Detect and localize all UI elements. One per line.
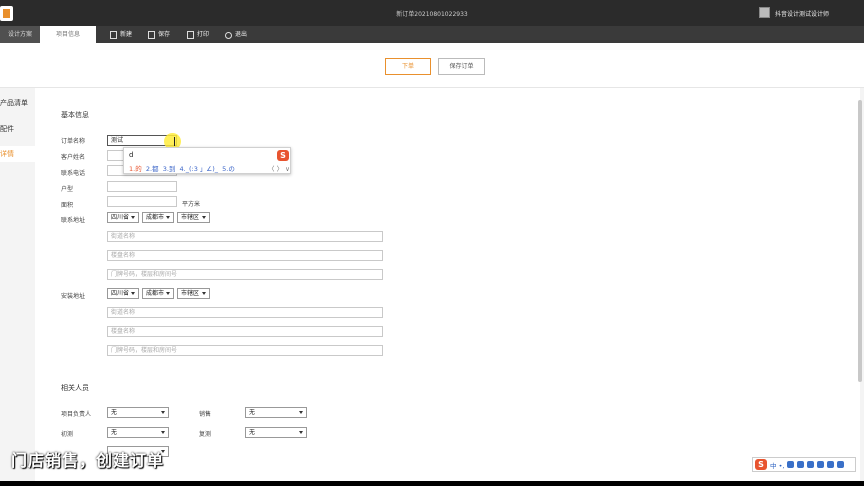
contact-district-select[interactable]: 市辖区 xyxy=(177,212,210,223)
ime-mode[interactable]: 中 •, xyxy=(770,460,784,470)
contact-street-input[interactable]: 街道名称 xyxy=(107,231,383,242)
new-file-icon xyxy=(110,31,117,39)
save-button[interactable]: 保存 xyxy=(148,29,170,41)
place-order-button[interactable]: 下单 xyxy=(385,58,431,75)
install-community-input[interactable]: 楼盘名称 xyxy=(107,326,383,337)
contact-address-label: 联系地址 xyxy=(61,217,86,224)
project-manager-label: 项目负责人 xyxy=(61,411,92,418)
ime-candidate[interactable]: 5.の xyxy=(222,165,235,173)
project-manager-select[interactable]: 无 xyxy=(107,407,169,418)
tab-project-info[interactable]: 项目信息 xyxy=(40,26,96,43)
keyboard-icon[interactable] xyxy=(807,461,815,468)
re-measure-select[interactable]: 无 xyxy=(245,427,307,438)
sogou-logo-icon: S xyxy=(755,459,767,470)
ime-candidate-list: 1.的 2.都 3.到 4._(:3 」∠)_ 5.の xyxy=(129,163,235,173)
first-measure-label: 初测 xyxy=(61,431,74,438)
print-icon xyxy=(187,31,194,39)
tab-design-plan[interactable]: 设计方案 xyxy=(0,26,40,43)
basic-info-title: 基本信息 xyxy=(61,111,89,119)
sidebar: 产品清单 配件 详情 xyxy=(0,88,35,481)
sidebar-item-accessories[interactable]: 配件 xyxy=(0,124,35,134)
emoji-icon[interactable] xyxy=(797,461,805,468)
save-label: 保存 xyxy=(158,31,171,38)
sidebar-item-details[interactable]: 详情 xyxy=(0,146,35,162)
install-street-input[interactable]: 街道名称 xyxy=(107,307,383,318)
user-avatar[interactable] xyxy=(759,7,770,18)
ime-candidate[interactable]: 4._(:3 」∠)_ xyxy=(180,165,219,173)
area-label: 面积 xyxy=(61,202,74,209)
exit-label: 退出 xyxy=(235,31,248,38)
vertical-scrollbar[interactable] xyxy=(858,100,862,382)
exit-icon xyxy=(225,31,232,39)
install-door-input[interactable]: 门牌号码，楼层和房间号 xyxy=(107,345,383,356)
area-unit: 平方米 xyxy=(182,201,201,208)
ime-candidate[interactable]: 2.都 xyxy=(146,165,159,173)
area-input[interactable] xyxy=(107,196,177,207)
sales-select[interactable]: 无 xyxy=(245,407,307,418)
window-title: 新订单20210801022933 xyxy=(396,11,468,18)
menu-bar: 设计方案 项目信息 新建 保存 打印 退出 xyxy=(0,26,864,43)
toolbox-icon[interactable] xyxy=(817,461,825,468)
house-type-label: 户型 xyxy=(61,186,74,193)
install-address-label: 安装地址 xyxy=(61,293,86,300)
video-subtitle: 门店销售，创建订单 xyxy=(11,451,165,470)
print-button[interactable]: 打印 xyxy=(187,29,209,41)
install-city-select[interactable]: 成都市 xyxy=(142,288,174,299)
contact-community-input[interactable]: 楼盘名称 xyxy=(107,250,383,261)
order-name-label: 订单名称 xyxy=(61,138,86,145)
user-name[interactable]: 抖音设计测试设计师 xyxy=(775,9,829,18)
ime-candidate[interactable]: 1.的 xyxy=(129,165,142,173)
ime-status-bar[interactable]: S 中 •, xyxy=(752,457,856,472)
install-district-select[interactable]: 市辖区 xyxy=(177,288,210,299)
ime-candidate[interactable]: 3.到 xyxy=(163,165,176,173)
related-people-title: 相关人员 xyxy=(61,384,89,392)
exit-button[interactable]: 退出 xyxy=(225,29,247,41)
ime-composition: d xyxy=(129,151,134,159)
sidebar-item-product-list[interactable]: 产品清单 xyxy=(0,98,35,108)
first-measure-select[interactable]: 无 xyxy=(107,427,169,438)
title-bar: 新订单20210801022933 抖音设计测试设计师 xyxy=(0,0,864,26)
phone-label: 联系电话 xyxy=(61,170,86,177)
sogou-logo-icon: S xyxy=(277,150,289,161)
text-cursor-icon xyxy=(174,137,176,146)
settings-icon[interactable] xyxy=(837,461,845,468)
house-type-input[interactable] xyxy=(107,181,177,192)
ime-page-nav[interactable]: 〈 〉 ∨ xyxy=(268,163,290,173)
new-label: 新建 xyxy=(120,31,133,38)
contact-door-input[interactable]: 门牌号码，楼层和房间号 xyxy=(107,269,383,280)
install-province-select[interactable]: 四川省 xyxy=(107,288,139,299)
save-order-button[interactable]: 保存订单 xyxy=(438,58,485,75)
print-label: 打印 xyxy=(197,31,210,38)
contact-city-select[interactable]: 成都市 xyxy=(142,212,174,223)
skin-icon[interactable] xyxy=(827,461,835,468)
re-measure-label: 复测 xyxy=(199,431,212,438)
new-button[interactable]: 新建 xyxy=(110,29,132,41)
contact-province-select[interactable]: 四川省 xyxy=(107,212,139,223)
customer-name-label: 客户姓名 xyxy=(61,154,86,161)
ime-candidate-popup: d S 1.的 2.都 3.到 4._(:3 」∠)_ 5.の 〈 〉 ∨ xyxy=(123,147,291,174)
action-bar: 下单 保存订单 xyxy=(0,43,864,88)
save-icon xyxy=(148,31,155,39)
sales-label: 销售 xyxy=(199,411,212,418)
voice-icon[interactable] xyxy=(787,461,795,468)
